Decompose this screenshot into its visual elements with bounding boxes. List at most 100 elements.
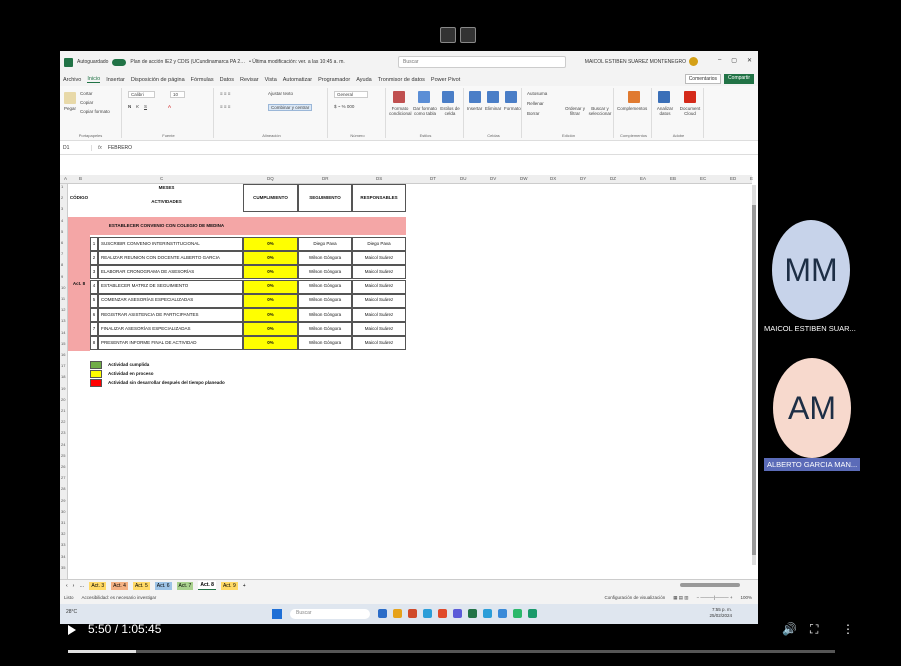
font-color-icon[interactable]: A — [168, 104, 171, 109]
paste-icon[interactable] — [64, 92, 76, 104]
taskbar-clock[interactable]: 7:55 p. m. 25/02/2024 — [709, 607, 732, 620]
row-header[interactable]: 26 — [61, 464, 65, 469]
section-fill[interactable] — [243, 217, 406, 235]
close-button[interactable]: ✕ — [747, 57, 752, 64]
column-header[interactable]: C — [160, 176, 163, 181]
menu-item[interactable]: Revisar — [240, 77, 259, 83]
row-header[interactable]: 29 — [61, 498, 65, 503]
seguimiento-cell[interactable]: Wilson Góngora — [298, 322, 352, 337]
sort-filter-button[interactable]: Ordenar y filtrar — [564, 106, 586, 116]
share-button[interactable]: Compartir — [724, 74, 754, 84]
responsables-cell[interactable]: Diego Pava — [352, 237, 406, 251]
app-icon[interactable] — [438, 609, 447, 618]
row-header[interactable]: 33 — [61, 542, 65, 547]
start-icon[interactable] — [272, 609, 282, 619]
activity-number-cell[interactable]: 6 — [90, 308, 98, 322]
app-icon[interactable] — [498, 609, 507, 618]
cumplimiento-cell[interactable]: 0% — [243, 265, 298, 280]
minimize-button[interactable]: – — [718, 57, 721, 64]
menu-item[interactable]: Disposición de página — [131, 77, 185, 83]
responsables-cell[interactable]: Maicol Suárez — [352, 279, 406, 294]
italic-button[interactable]: K — [136, 104, 139, 109]
row-header[interactable]: 4 — [61, 218, 63, 223]
cell-styles-icon[interactable] — [442, 91, 454, 103]
menu-item[interactable]: Fórmulas — [191, 77, 214, 83]
row-header[interactable]: 13 — [61, 318, 65, 323]
row-header[interactable]: 10 — [61, 285, 65, 290]
font-size-select[interactable]: 10 — [170, 91, 186, 98]
responsables-cell[interactable]: Maicol Suárez — [352, 336, 406, 351]
legend-red-label[interactable]: Actividad sin desarrollar después del ti… — [106, 379, 306, 387]
menu-item[interactable]: Insertar — [106, 77, 125, 83]
autosum-button[interactable]: Autosuma — [527, 91, 547, 96]
cumplimiento-cell[interactable]: 0% — [243, 308, 298, 322]
view-buttons[interactable]: ▦ ▤ ▥ — [673, 595, 688, 601]
seguimiento-header[interactable]: SEGUIMIENTO — [298, 184, 352, 212]
activity-cell[interactable]: SUSCRIBIR CONVENIO INTERINSTITUCIONAL — [98, 237, 243, 251]
sheet-tab[interactable]: Act. 9 — [220, 581, 238, 590]
row-header[interactable]: 15 — [61, 341, 65, 346]
app-icon[interactable] — [513, 609, 522, 618]
fill-button[interactable]: Rellenar — [527, 101, 544, 106]
seguimiento-cell[interactable]: Diego Pava — [298, 237, 352, 251]
column-header[interactable]: DU — [460, 176, 467, 181]
row-header[interactable]: 32 — [61, 531, 65, 536]
tab-nav-prev[interactable]: ‹ — [66, 583, 68, 589]
fullscreen-icon[interactable]: ⛶ — [810, 622, 818, 637]
row-header[interactable]: 1 — [61, 184, 63, 189]
autosave-toggle[interactable] — [112, 58, 127, 66]
excel-taskbar-icon[interactable] — [468, 609, 477, 618]
cumplimiento-cell[interactable]: 0% — [243, 293, 298, 308]
menu-item[interactable]: Archivo — [63, 77, 81, 83]
wrap-text-button[interactable]: Ajustar texto — [268, 91, 293, 96]
codigo-header[interactable]: CÓDIGO — [68, 184, 90, 212]
row-header[interactable]: 20 — [61, 397, 65, 402]
fx-icon[interactable]: fx — [92, 145, 108, 151]
responsables-cell[interactable]: Maicol Suárez — [352, 293, 406, 308]
sheet-tab[interactable]: Act. 5 — [132, 581, 150, 590]
column-header[interactable]: DY — [580, 176, 586, 181]
activity-cell[interactable]: COMENZAR ASESORÍAS ESPECIALIZADAS — [98, 293, 243, 308]
bold-button[interactable]: N — [128, 104, 131, 109]
responsables-header[interactable]: RESPONSABLES — [352, 184, 406, 212]
seguimiento-cell[interactable]: Wilson Góngora — [298, 265, 352, 280]
menu-item[interactable]: Vista — [265, 77, 277, 83]
sheet-tab[interactable]: Act. 3 — [89, 581, 107, 590]
row-header[interactable]: 27 — [61, 475, 65, 480]
menu-item[interactable]: Automatizar — [283, 77, 312, 83]
activity-number-cell[interactable]: 7 — [90, 322, 98, 337]
meses-header[interactable]: MESES — [90, 184, 243, 192]
participant-tile-1[interactable]: MM — [772, 220, 850, 320]
vertical-scrollbar[interactable] — [752, 185, 756, 565]
delete-cells-icon[interactable] — [487, 91, 499, 103]
sheet-tab[interactable]: Act. 7 — [176, 581, 194, 590]
cut-label[interactable]: Cortar — [80, 91, 93, 96]
responsables-cell[interactable]: Maicol Suárez — [352, 251, 406, 266]
app-icon[interactable] — [453, 609, 462, 618]
row-header[interactable]: 3 — [61, 206, 63, 211]
document-cloud-label[interactable]: Document Cloud — [678, 106, 702, 116]
row-header[interactable]: 17 — [61, 363, 65, 368]
column-header[interactable]: DQ — [267, 176, 274, 181]
weather-widget[interactable]: 28°C — [66, 609, 77, 615]
app-icon[interactable] — [528, 609, 537, 618]
align-icon[interactable]: ≡ ≡ ≡ — [220, 91, 230, 96]
comments-button[interactable]: Comentarios — [684, 74, 722, 84]
display-settings[interactable]: Configuración de visualización — [604, 595, 665, 600]
menu-item[interactable]: Power Pivot — [431, 77, 460, 83]
row-header[interactable]: 22 — [61, 419, 65, 424]
name-box[interactable]: D1 — [60, 144, 92, 151]
delete-label[interactable]: Eliminar — [485, 106, 501, 111]
sheet-tab[interactable]: Act. 8 — [198, 581, 216, 590]
column-header[interactable]: EC — [700, 176, 706, 181]
layout-icon[interactable] — [460, 27, 476, 43]
font-select[interactable]: Calibri — [128, 91, 155, 98]
progress-bar[interactable] — [68, 650, 835, 653]
row-header[interactable]: 31 — [61, 520, 65, 525]
table-format-label[interactable]: Dar formato como tabla — [412, 106, 438, 116]
add-sheet-button[interactable]: + — [243, 583, 246, 589]
zoom-slider[interactable]: − ———|——— + — [697, 595, 733, 600]
sheet-tab[interactable]: Act. 4 — [111, 581, 128, 590]
align-bottom-icon[interactable]: ≡ ≡ ≡ — [220, 104, 230, 109]
activity-cell[interactable]: PRESENTAR INFORME FINAL DE ACTIVIDAD — [98, 336, 243, 351]
